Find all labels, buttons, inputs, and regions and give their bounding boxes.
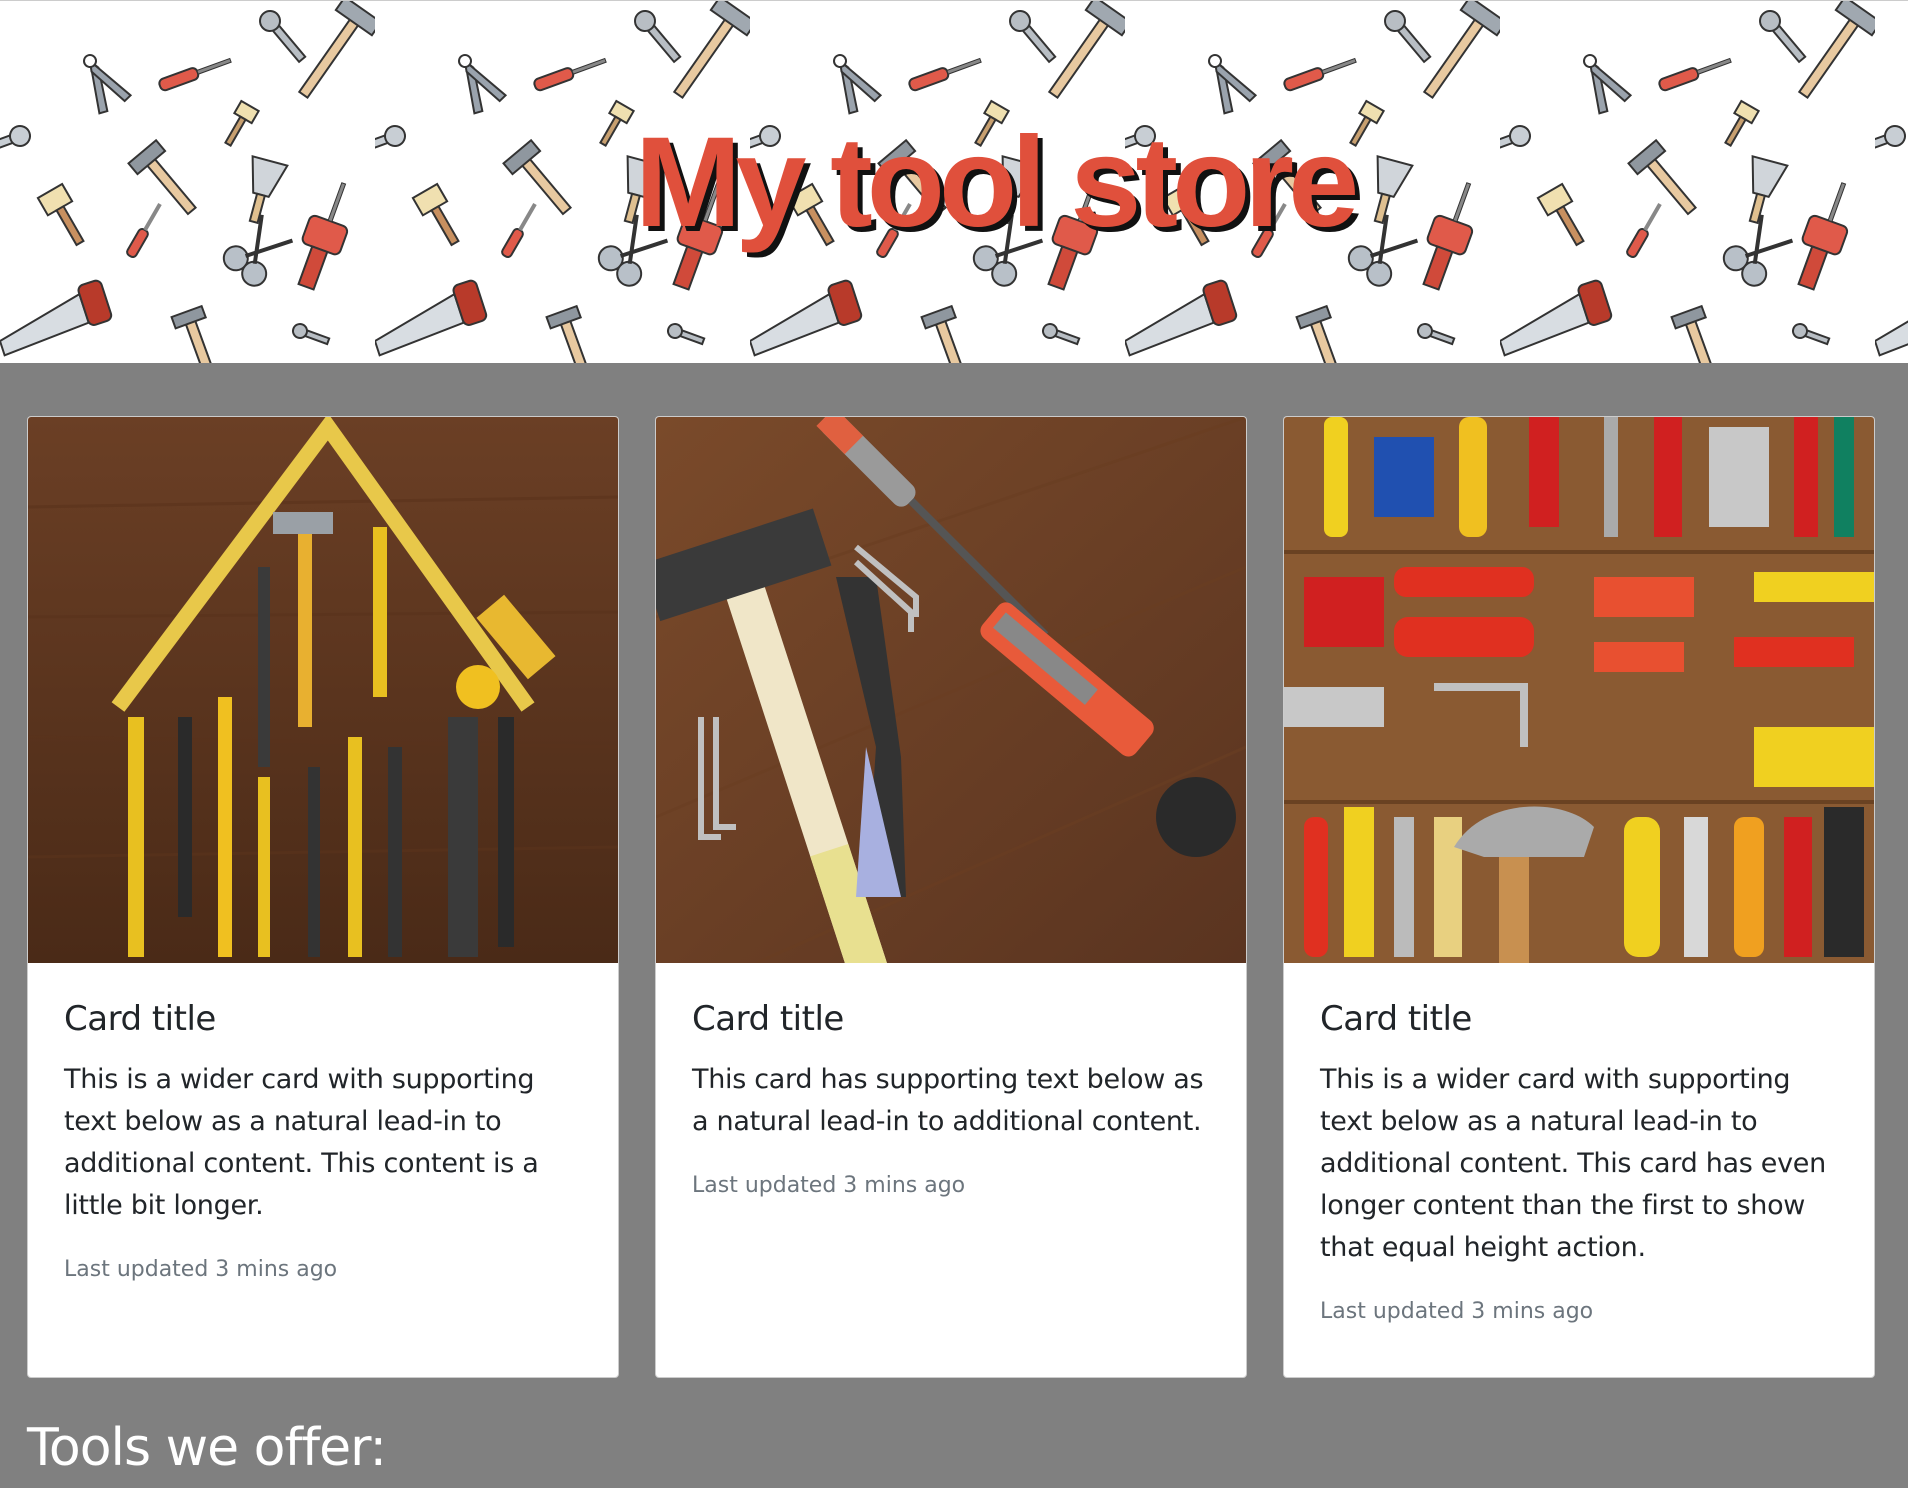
card-text: This is a wider card with supporting tex… bbox=[64, 1064, 539, 1221]
card-title: Card title bbox=[1320, 999, 1472, 1039]
card-deck: Card title This is a wider card with sup… bbox=[27, 416, 1875, 1378]
card-updated-text: Last updated 3 mins ago bbox=[1320, 1299, 1594, 1324]
card: Card title This is a wider card with sup… bbox=[1283, 416, 1875, 1378]
hero-banner: My tool store bbox=[0, 0, 1908, 363]
card-title: Card title bbox=[64, 999, 216, 1039]
card-body: Card title This is a wider card with sup… bbox=[28, 963, 618, 1318]
card: Card title This card has supporting text… bbox=[655, 416, 1247, 1378]
card-text: This card has supporting text below as a… bbox=[692, 1064, 1204, 1137]
card-updated-text: Last updated 3 mins ago bbox=[692, 1173, 966, 1198]
hammer-pliers-screwdrivers-photo bbox=[656, 417, 1246, 963]
tools-arranged-as-house-photo bbox=[28, 417, 618, 963]
card: Card title This is a wider card with sup… bbox=[27, 416, 619, 1378]
card-updated-text: Last updated 3 mins ago bbox=[64, 1257, 338, 1282]
card-text: This is a wider card with supporting tex… bbox=[1320, 1064, 1826, 1263]
store-title: My tool store bbox=[634, 111, 1360, 254]
tool-collection-flatlay-photo bbox=[1284, 417, 1874, 963]
card-body: Card title This card has supporting text… bbox=[656, 963, 1246, 1234]
card-body: Card title This is a wider card with sup… bbox=[1284, 963, 1874, 1360]
tools-section-heading: Tools we offer: bbox=[27, 1418, 387, 1478]
card-title: Card title bbox=[692, 999, 844, 1039]
